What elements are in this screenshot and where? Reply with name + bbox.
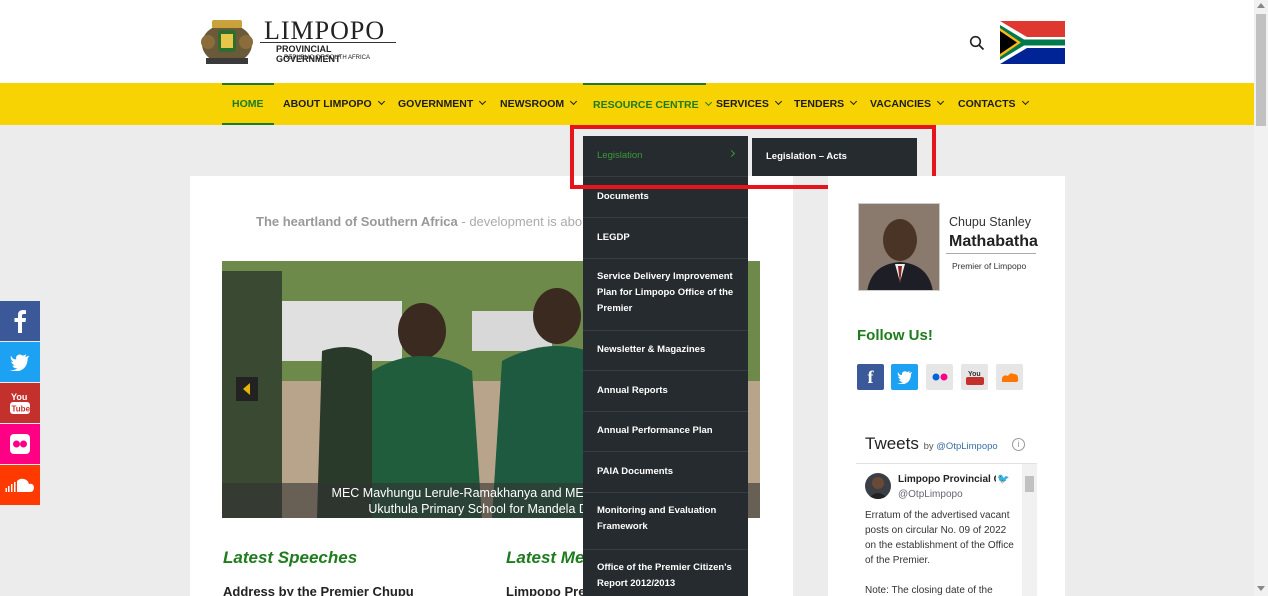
nav-about-limpopo[interactable]: ABOUT LIMPOPO (273, 83, 394, 125)
info-icon[interactable]: i (1012, 438, 1025, 451)
soundcloud-cloud-icon (1001, 373, 1018, 382)
twitter-bird-icon (896, 371, 912, 384)
tweets-handle-link[interactable]: @OtpLimpopo (936, 441, 997, 452)
dropdown-item-newsletter[interactable]: Newsletter & Magazines (583, 331, 748, 371)
tweet-text-para2: Note: The closing date of the (865, 585, 993, 596)
nav-services[interactable]: SERVICES (706, 83, 791, 125)
flickr-dots-icon (932, 373, 947, 381)
svg-text:You: You (968, 371, 981, 378)
latest-media-heading: Latest Med (506, 548, 595, 567)
tweet-scroll-thumb[interactable] (1025, 476, 1034, 492)
social-twitter-button[interactable] (0, 342, 40, 382)
premier-portrait-icon (859, 204, 939, 290)
site-tagline: The heartland of Southern Africa - devel… (256, 214, 583, 229)
dropdown-item-paia-documents[interactable]: PAIA Documents (583, 452, 748, 493)
tweet-avatar[interactable] (865, 473, 891, 499)
youtube-logo-icon: You (965, 371, 984, 385)
scroll-down-arrow-icon[interactable] (1257, 586, 1265, 591)
chevron-down-icon (850, 97, 858, 106)
main-navigation: HOME ABOUT LIMPOPO GOVERNMENT NEWSROOM R… (0, 83, 1254, 125)
chevron-down-icon (937, 97, 945, 106)
search-icon[interactable] (969, 35, 985, 51)
nav-home[interactable]: HOME (222, 83, 274, 125)
media-post-title[interactable]: Limpopo Pre (506, 584, 585, 596)
premier-card[interactable]: Chupu Stanley Mathabatha Premier of Limp… (858, 203, 1038, 291)
avatar-icon (868, 477, 888, 499)
nav-contacts[interactable]: CONTACTS (948, 83, 1038, 125)
twitter-icon (9, 354, 29, 371)
chevron-down-icon (1021, 97, 1029, 106)
dropdown-item-annual-reports[interactable]: Annual Reports (583, 371, 748, 412)
soundcloud-icon[interactable] (996, 364, 1023, 390)
facebook-icon (14, 310, 26, 333)
dropdown-item-service-delivery[interactable]: Service Delivery Improvement Plan for Li… (583, 259, 748, 331)
social-soundcloud-button[interactable] (0, 465, 40, 505)
premier-divider (946, 253, 1036, 254)
arrow-left-icon (243, 383, 250, 395)
flickr-icon (10, 434, 30, 454)
chevron-down-icon (479, 97, 487, 106)
nav-newsroom[interactable]: NEWSROOM (490, 83, 586, 125)
youtube-icon[interactable]: You (961, 364, 988, 390)
social-youtube-button[interactable]: You Tube (0, 383, 40, 423)
chevron-down-icon (570, 97, 578, 106)
logo-divider (260, 42, 396, 43)
premier-photo (858, 203, 940, 291)
tweet-scrollbar[interactable] (1022, 464, 1037, 596)
dropdown-item-citizens-report[interactable]: Office of the Premier Citizen's Report 2… (583, 550, 748, 596)
chevron-down-icon (774, 97, 782, 106)
tweet-author-handle[interactable]: @OtpLimpopo (898, 489, 963, 500)
page-scrollbar[interactable] (1254, 0, 1268, 596)
premier-first-name: Chupu Stanley (949, 215, 1032, 229)
tweet-author-name[interactable]: Limpopo Provincial G (898, 474, 996, 485)
follow-us-heading: Follow Us! (857, 327, 933, 344)
resource-centre-dropdown: Legislation Documents LEGDP Service Deli… (583, 136, 748, 596)
nav-resource-centre[interactable]: RESOURCE CENTRE (583, 83, 712, 125)
premier-role: Premier of Limpopo (952, 261, 1027, 271)
twitter-timeline[interactable]: Limpopo Provincial G 🐦 @OtpLimpopo Errat… (856, 463, 1037, 596)
slider-prev-button[interactable] (236, 377, 258, 401)
nav-government[interactable]: GOVERNMENT (388, 83, 495, 125)
tweet-text-para1: Erratum of the advertised vacant posts o… (865, 510, 1014, 566)
logo-subtitle: PROVINCIAL GOVERNMENT (276, 44, 341, 64)
youtube-icon: You Tube (10, 392, 31, 414)
dropdown-item-monitoring-evaluation[interactable]: Monitoring and Evaluation Framework (583, 493, 748, 550)
social-flickr-button[interactable] (0, 424, 40, 464)
tweet-text: Erratum of the advertised vacant posts o… (865, 508, 1020, 596)
twitter-icon[interactable] (891, 364, 918, 390)
svg-text:You: You (11, 392, 27, 402)
twitter-bird-icon: 🐦 (997, 474, 1010, 485)
svg-text:Tube: Tube (12, 405, 31, 414)
scroll-thumb[interactable] (1256, 14, 1266, 126)
tweets-heading: Tweets by @OtpLimpopo (865, 434, 998, 453)
flickr-icon[interactable] (926, 364, 953, 390)
south-africa-flag-icon (1000, 21, 1065, 64)
logo-country: REPUBLIC OF SOUTH AFRICA (284, 55, 371, 61)
chevron-down-icon (377, 97, 385, 106)
right-sidebar: Chupu Stanley Mathabatha Premier of Limp… (828, 176, 1065, 596)
premier-last-name: Mathabatha (949, 233, 1038, 250)
coat-of-arms-icon (201, 20, 253, 64)
nav-vacancies[interactable]: VACANCIES (860, 83, 953, 125)
speech-post-title[interactable]: Address by the Premier Chupu (223, 584, 414, 596)
site-header: LIMPOPO PROVINCIAL GOVERNMENT REPUBLIC O… (0, 0, 1254, 83)
dropdown-item-legdp[interactable]: LEGDP (583, 218, 748, 259)
latest-speeches-heading: Latest Speeches (223, 548, 358, 567)
scroll-up-arrow-icon[interactable] (1257, 3, 1265, 8)
social-facebook-button[interactable] (0, 301, 40, 341)
facebook-icon[interactable]: f (857, 364, 884, 390)
site-logo[interactable]: LIMPOPO PROVINCIAL GOVERNMENT REPUBLIC O… (198, 14, 398, 66)
nav-tenders[interactable]: TENDERS (784, 83, 866, 125)
soundcloud-icon (5, 478, 34, 492)
dropdown-item-annual-performance-plan[interactable]: Annual Performance Plan (583, 412, 748, 452)
